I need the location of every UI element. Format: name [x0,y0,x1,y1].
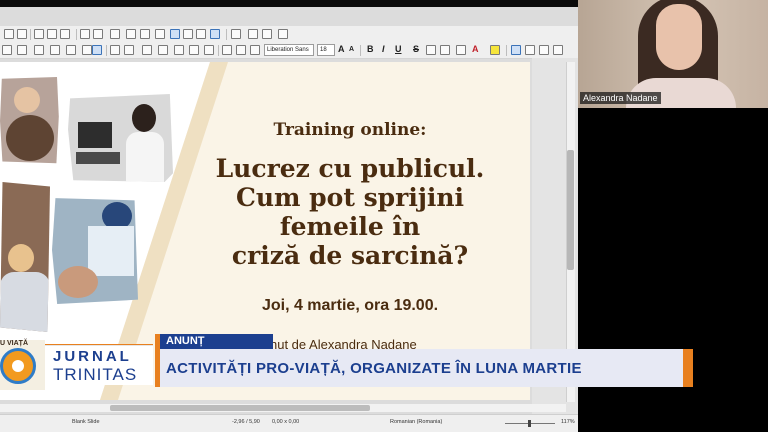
redo-icon[interactable] [248,29,258,39]
more-options-icon[interactable] [278,29,288,39]
webcam-video-tile: Alexandra Nadane [578,0,768,108]
arrange-icon[interactable] [142,45,152,55]
logo-line-2: TRINITAS [53,365,138,384]
news-tag: ANUNȚ [155,334,273,349]
status-size: 0,00 x 0,00 [272,419,300,425]
toolbar-separator [218,45,219,56]
status-layout: Blank Slide [72,419,100,425]
office-woman-photo [0,182,50,332]
zoom-slider-knob[interactable] [528,420,531,427]
strikethrough-button[interactable]: S [413,44,419,54]
shadow-text-icon[interactable] [426,45,436,55]
slide-layout-icon[interactable] [93,29,103,39]
basic-shapes-icon[interactable] [66,45,76,55]
symbol-shapes-icon[interactable] [82,45,92,55]
connector-icon[interactable] [50,45,60,55]
hairdresser-photo [0,77,59,164]
distribute-icon[interactable] [158,45,168,55]
toolbar-separator [506,45,507,56]
slide-title: Lucrez cu publicul. Cum pot sprijini fem… [185,154,515,270]
slogan-graphic: U VIAȚĂ [0,340,45,390]
master-slide-icon[interactable] [80,29,90,39]
vertical-scroll-thumb[interactable] [567,150,574,270]
slide-title-line: femeile în [279,212,421,241]
block-arrows-icon[interactable] [92,45,102,55]
undo-icon[interactable] [231,29,241,39]
logo-line-1: JURNAL [53,348,132,365]
curve-icon[interactable] [34,45,44,55]
outline-text-icon[interactable] [440,45,450,55]
formatting-toolbar: Liberation Sans 18 A A B I U S A [0,42,578,59]
status-language: Romanian (Romania) [390,419,443,425]
toolbar-separator [76,29,77,40]
call-center-photo [68,94,173,182]
horizontal-scroll-thumb[interactable] [110,405,370,411]
hyperlink-icon[interactable] [196,29,206,39]
display-views-icon[interactable] [262,29,272,39]
zoom-icon[interactable] [60,29,70,39]
slide-title-line: Lucrez cu publicul. [215,154,485,183]
toolbar-separator [30,29,31,40]
toolbar-separator [106,45,107,56]
line-arrow-icon[interactable] [17,45,27,55]
italic-button[interactable]: I [382,44,385,54]
toolbar-separator [226,29,227,40]
font-color-button[interactable]: A [472,44,479,54]
news-lower-third: ACTIVITĂȚI PRO-VIAȚĂ, ORGANIZATE ÎN LUNA… [155,349,693,387]
justify-icon[interactable] [553,45,563,55]
helplines-icon[interactable] [47,29,57,39]
crop-icon[interactable] [189,45,199,55]
highlight-color-icon[interactable] [490,45,500,55]
align-right-icon[interactable] [539,45,549,55]
dentist-photo [52,198,138,304]
status-bar: Blank Slide -2,96 / 5,90 0,00 x 0,00 Rom… [0,414,578,432]
align-left-icon[interactable] [511,45,521,55]
fontwork-icon[interactable] [183,29,193,39]
underline-button[interactable]: U [395,44,402,54]
status-position: -2,96 / 5,90 [232,419,260,425]
clear-formatting-icon[interactable] [236,45,246,55]
slide-kicker: Training online: [273,120,427,140]
select-icon[interactable] [2,45,12,55]
special-character-icon[interactable] [456,45,466,55]
participant-name-label: Alexandra Nadane [580,92,661,104]
toolbar-separator [360,45,361,56]
webcam-person-face [656,4,702,70]
slide-title-line: criză de sarcină? [231,241,469,270]
font-name-field[interactable]: Liberation Sans [264,44,314,56]
character-icon[interactable] [250,45,260,55]
logo-wordmark: JURNAL TRINITAS [45,345,153,385]
status-zoom[interactable]: 117% [561,419,575,425]
channel-logo: U VIAȚĂ JURNAL TRINITAS [0,340,153,390]
align-objects-icon[interactable] [124,45,134,55]
news-headline: ACTIVITĂȚI PRO-VIAȚĂ, ORGANIZATE ÎN LUNA… [166,360,582,377]
font-size-field[interactable]: 18 [317,44,335,56]
insert-media-icon[interactable] [140,29,150,39]
standard-toolbar [0,26,578,43]
shadow-icon[interactable] [174,45,184,55]
rotate-icon[interactable] [110,45,120,55]
slogan-text: U VIAȚĂ [0,340,28,347]
align-center-icon[interactable] [525,45,535,55]
spelling-icon[interactable] [17,29,27,39]
shrink-font-button[interactable]: A [349,46,354,53]
insert-textbox-icon[interactable] [170,29,180,39]
grid-icon[interactable] [34,29,44,39]
insert-table-icon[interactable] [110,29,120,39]
bold-button[interactable]: B [367,44,374,54]
grow-font-button[interactable]: A [338,44,345,54]
insert-image-icon[interactable] [126,29,136,39]
window-top-edge [0,0,578,7]
filter-icon[interactable] [204,45,214,55]
clone-formatting-icon[interactable] [222,45,232,55]
globe-logo-icon [0,348,36,384]
insert-chart-icon[interactable] [155,29,165,39]
show-draw-functions-icon[interactable] [210,29,220,39]
slide-date: Joi, 4 martie, ora 19.00. [261,297,439,314]
slide-title-line: Cum pot sprijini [235,183,465,212]
find-icon[interactable] [4,29,14,39]
